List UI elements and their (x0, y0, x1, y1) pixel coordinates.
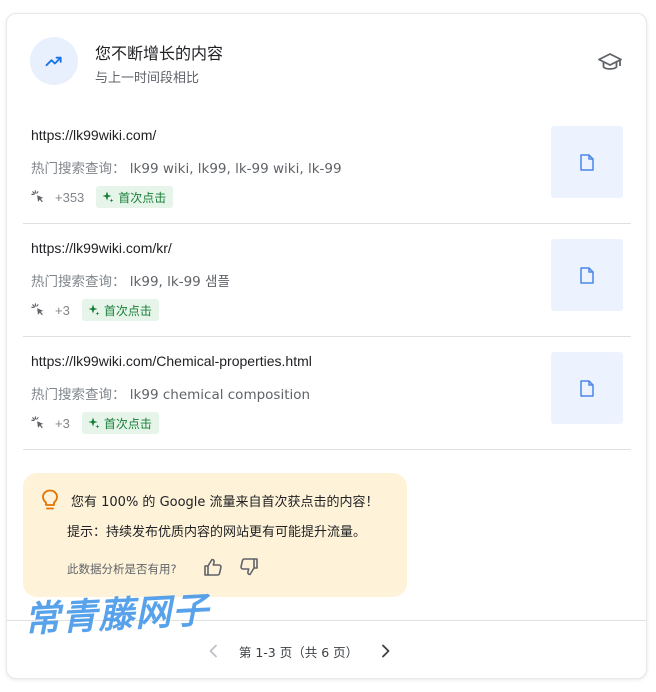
list-item[interactable]: https://lk99wiki.com/ 热门搜索查询： lk99 wiki,… (23, 111, 631, 224)
top-queries: 热门搜索查询： lk99 chemical composition (31, 383, 310, 403)
school-cap-icon[interactable] (598, 51, 622, 73)
first-click-badge: 首次点击 (81, 412, 159, 434)
tip-body: 提示：持续发布优质内容的网站更有可能提升流量。 (67, 525, 367, 540)
click-stats: +3 首次点击 (31, 412, 159, 434)
content-growth-card: 您不断增长的内容 与上一时间段相比 https://lk99wiki.com/ … (6, 13, 647, 679)
document-icon (580, 153, 594, 171)
badge-label: 首次点击 (103, 416, 152, 431)
click-delta: +3 (55, 415, 70, 431)
query-label: 热门搜索查询： (31, 274, 126, 290)
cursor-click-icon (31, 190, 44, 203)
page-url[interactable]: https://lk99wiki.com/Chemical-properties… (31, 353, 312, 369)
tip-title: 您有 100% 的 Google 流量来自首次获点击的内容！ (71, 495, 379, 510)
page-url[interactable]: https://lk99wiki.com/kr/ (31, 240, 172, 256)
card-title: 您不断增长的内容 (95, 44, 224, 63)
card-subtitle: 与上一时间段相比 (95, 71, 200, 86)
chevron-right-icon (382, 644, 390, 658)
top-queries: 热门搜索查询： lk99, lk-99 샘플 (31, 270, 230, 290)
first-click-badge: 首次点击 (96, 186, 174, 208)
click-stats: +353 首次点击 (31, 186, 174, 208)
first-click-badge: 首次点击 (81, 299, 159, 321)
feedback-question: 此数据分析是否有用? (67, 562, 177, 576)
click-stats: +3 首次点击 (31, 299, 159, 321)
page-url[interactable]: https://lk99wiki.com/ (31, 127, 156, 143)
cursor-click-icon (31, 416, 44, 429)
page-thumbnail[interactable] (551, 352, 623, 424)
page-thumbnail[interactable] (551, 126, 623, 198)
watermark: 常青藤网子 (23, 590, 211, 641)
top-queries: 热门搜索查询： lk99 wiki, lk99, lk-99 wiki, lk-… (31, 157, 342, 177)
badge-label: 首次点击 (118, 190, 167, 205)
document-icon (580, 266, 594, 284)
thumbs-up-icon[interactable] (203, 557, 223, 577)
thumbs-down-icon[interactable] (239, 557, 259, 577)
query-text: lk99, lk-99 샘플 (129, 274, 230, 290)
chevron-left-icon (209, 644, 217, 658)
content-list: https://lk99wiki.com/ 热门搜索查询： lk99 wiki,… (23, 111, 631, 450)
page-indicator: 第 1-3 页（共 6 页） (238, 644, 359, 660)
badge-label: 首次点击 (103, 303, 152, 318)
list-item[interactable]: https://lk99wiki.com/kr/ 热门搜索查询： lk99, l… (23, 224, 631, 337)
click-delta: +353 (55, 189, 85, 205)
query-text: lk99 wiki, lk99, lk-99 wiki, lk-99 (129, 161, 342, 177)
query-label: 热门搜索查询： (31, 387, 126, 403)
sparkle-icon (88, 304, 100, 316)
sparkle-icon (102, 191, 114, 203)
list-item[interactable]: https://lk99wiki.com/Chemical-properties… (23, 337, 631, 450)
sparkle-icon (88, 417, 100, 429)
insight-tip-box: 您有 100% 的 Google 流量来自首次获点击的内容！ 提示：持续发布优质… (23, 473, 407, 597)
query-label: 热门搜索查询： (31, 161, 126, 177)
trend-badge (30, 37, 78, 85)
click-delta: +3 (55, 302, 70, 318)
trending-up-icon (45, 56, 62, 67)
page-thumbnail[interactable] (551, 239, 623, 311)
lightbulb-icon (42, 489, 58, 510)
cursor-click-icon (31, 303, 44, 316)
card-header: 您不断增长的内容 与上一时间段相比 (7, 14, 646, 114)
previous-page-button[interactable] (201, 639, 225, 663)
document-icon (580, 379, 594, 397)
query-text: lk99 chemical composition (129, 387, 311, 403)
next-page-button[interactable] (374, 639, 398, 663)
